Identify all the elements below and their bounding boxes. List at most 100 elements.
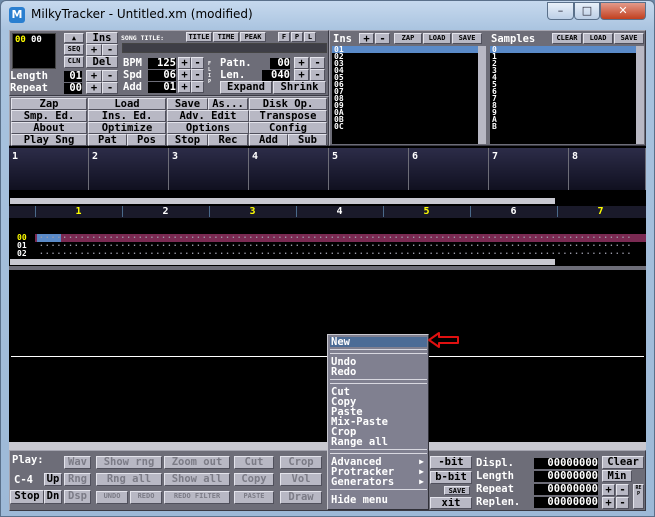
length-plus-button[interactable]: + xyxy=(86,70,102,82)
stop-button[interactable]: Stop xyxy=(10,490,44,504)
instrument-list-item[interactable]: 07 xyxy=(332,88,478,96)
menu-item-generators[interactable]: Generators ▶ xyxy=(330,477,427,488)
channel-scope[interactable]: 2 xyxy=(89,148,169,190)
channel-header[interactable]: 1 xyxy=(35,206,121,217)
show-rng-button[interactable]: Show rng xyxy=(96,456,162,469)
transpose-button[interactable]: Transpose xyxy=(249,110,327,122)
ins-minus-button[interactable]: - xyxy=(375,33,390,44)
instrument-list-item[interactable]: 09 xyxy=(332,102,478,110)
f-button[interactable]: F xyxy=(278,32,290,42)
add-button[interactable]: Add xyxy=(249,134,288,146)
add-minus-button[interactable]: - xyxy=(191,81,204,93)
seq-button[interactable]: SEQ xyxy=(64,44,84,55)
order-list[interactable]: 00 00 xyxy=(12,33,56,69)
length-minus-button[interactable]: - xyxy=(102,70,118,82)
instrument-list-item[interactable]: 0A xyxy=(332,109,478,117)
instrument-list[interactable]: 01 02 03 04 05 06 07 08 09 0A 0B 0C xyxy=(332,46,478,144)
instrument-list-item[interactable]: 0B xyxy=(332,116,478,124)
len-minus-button[interactable]: - xyxy=(310,69,325,81)
paste-button[interactable]: PASTE xyxy=(234,491,274,504)
sample-list-item[interactable]: 9 xyxy=(490,109,636,117)
channel-scope[interactable]: 1 xyxy=(9,148,89,190)
sample-list-item[interactable]: 1 xyxy=(490,53,636,61)
channel-header[interactable]: 3 xyxy=(209,206,295,217)
pattern-row[interactable]: 00 ······································… xyxy=(9,234,636,242)
instrument-list-item[interactable]: 02 xyxy=(332,53,478,61)
sample-list-item[interactable]: 6 xyxy=(490,88,636,96)
ins-plus-button[interactable]: + xyxy=(359,33,374,44)
advanced-edit-button[interactable]: Adv. Edit xyxy=(167,110,249,122)
p-button[interactable]: P xyxy=(291,32,303,42)
samples-clear-button[interactable]: CLEAR xyxy=(552,33,582,44)
rep-button[interactable]: REP xyxy=(633,484,644,509)
sample-list-item[interactable]: A xyxy=(490,116,636,124)
cln-button[interactable]: CLN xyxy=(64,56,84,68)
song-title-input[interactable] xyxy=(122,43,327,53)
undo-button[interactable]: UNDO xyxy=(96,491,128,504)
sample-list-item[interactable]: 3 xyxy=(490,67,636,75)
order-minus-button[interactable]: - xyxy=(102,44,118,56)
instrument-list-item[interactable]: 0C xyxy=(332,123,478,131)
instrument-editor-button[interactable]: Ins. Ed. xyxy=(88,110,166,122)
min-button[interactable]: Min xyxy=(602,470,632,482)
channel-scope[interactable]: 8 xyxy=(569,148,646,190)
add-plus-button[interactable]: + xyxy=(178,81,191,93)
channel-scope[interactable]: 3 xyxy=(169,148,249,190)
peak-button[interactable]: PEAK xyxy=(240,32,266,42)
options-button[interactable]: Options xyxy=(167,122,249,134)
wav-button[interactable]: Wav xyxy=(64,456,91,469)
sample-editor-button[interactable]: Smp. Ed. xyxy=(11,110,87,122)
pattern-horizontal-scrollbar-top[interactable] xyxy=(10,198,555,204)
order-plus-button[interactable]: + xyxy=(86,44,102,56)
config-button[interactable]: Config xyxy=(249,122,327,134)
ins-load-button[interactable]: LOAD xyxy=(423,33,451,44)
instrument-list-item[interactable]: 03 xyxy=(332,60,478,68)
order-ins-button[interactable]: Ins xyxy=(86,32,118,44)
channel-header[interactable]: 5 xyxy=(383,206,469,217)
minimize-button[interactable]: – xyxy=(547,2,574,20)
close-button[interactable]: ✕ xyxy=(600,2,646,20)
record-button[interactable]: Rec xyxy=(208,134,248,146)
len-plus-button[interactable]: + xyxy=(294,69,309,81)
spd-plus-button[interactable]: + xyxy=(178,69,191,81)
instrument-list-item[interactable]: 06 xyxy=(332,81,478,89)
channel-scope[interactable]: 6 xyxy=(409,148,489,190)
repeat-minus-button[interactable]: - xyxy=(102,82,118,94)
ins-zap-button[interactable]: ZAP xyxy=(394,33,422,44)
sample-list-item[interactable]: 8 xyxy=(490,102,636,110)
sample-list-item[interactable]: 4 xyxy=(490,74,636,82)
zoom-out-button[interactable]: Zoom out xyxy=(164,456,230,469)
dn-button[interactable]: Dn xyxy=(44,490,62,504)
sample-list-item[interactable]: B xyxy=(490,123,636,131)
sample-list-item[interactable]: 5 xyxy=(490,81,636,89)
patn-plus-button[interactable]: + xyxy=(294,57,309,69)
pattern-horizontal-scrollbar[interactable] xyxy=(10,259,555,265)
vol-button[interactable]: Vol xyxy=(280,473,322,486)
channel-scope[interactable]: 4 xyxy=(249,148,329,190)
channel-header[interactable]: 4 xyxy=(296,206,382,217)
channel-header[interactable]: 6 xyxy=(470,206,556,217)
shrink-button[interactable]: Shrink xyxy=(273,81,326,94)
l-button[interactable]: L xyxy=(304,32,316,42)
samples-load-button[interactable]: LOAD xyxy=(583,33,613,44)
instrument-list-item[interactable]: 01 xyxy=(332,46,478,54)
menu-item-hide-menu[interactable]: Hide menu xyxy=(330,495,427,506)
instrument-list-item[interactable]: 08 xyxy=(332,95,478,103)
sample-list-item[interactable]: 7 xyxy=(490,95,636,103)
copy-button[interactable]: Copy xyxy=(234,473,274,486)
convert-bit-button[interactable]: b-bit xyxy=(430,471,472,484)
menu-item-new[interactable]: New xyxy=(330,337,427,347)
title-button[interactable]: TITLE xyxy=(186,32,212,42)
about-button[interactable]: About xyxy=(11,122,87,134)
sub-button[interactable]: Sub xyxy=(288,134,327,146)
pattern-rows-area[interactable]: 00 ······································… xyxy=(9,218,646,266)
play-position-button[interactable]: Pos xyxy=(127,134,166,146)
show-all-button[interactable]: Show all xyxy=(164,473,230,486)
optimize-button[interactable]: Optimize xyxy=(88,122,166,134)
spd-minus-button[interactable]: - xyxy=(191,69,204,81)
sample-clear-button[interactable]: Clear xyxy=(602,456,644,469)
replen-minus-button[interactable]: - xyxy=(616,497,629,509)
repeat-plus-small-button[interactable]: + xyxy=(602,484,615,496)
rng-all-button[interactable]: Rng all xyxy=(96,473,162,486)
instrument-list-item[interactable]: 04 xyxy=(332,67,478,75)
